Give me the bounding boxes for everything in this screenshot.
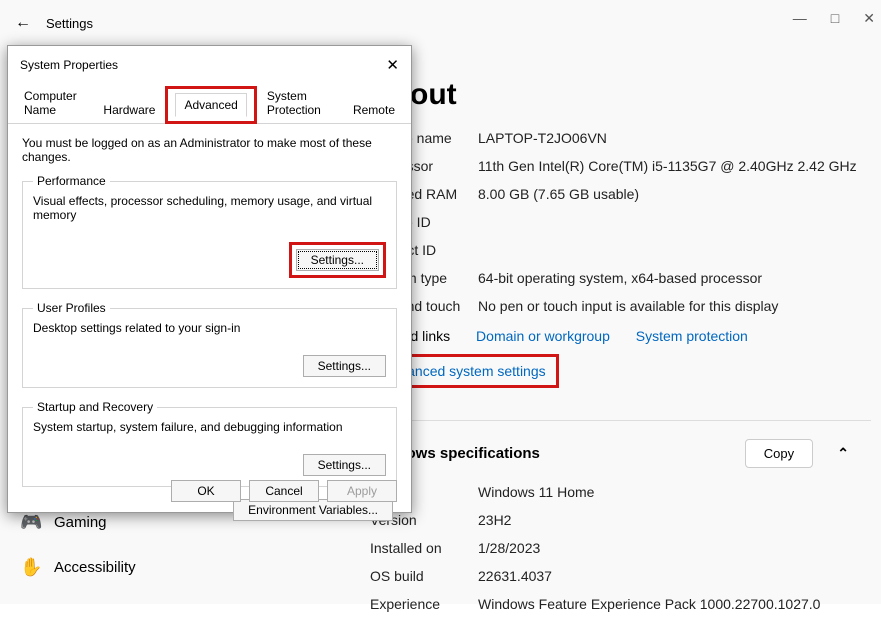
spec-value: Windows 11 Home: [478, 484, 871, 500]
device-specs: Device nameLAPTOP-T2JO06VN Processor11th…: [370, 130, 871, 314]
link-system-protection[interactable]: System protection: [636, 328, 748, 344]
chevron-up-icon[interactable]: ⌃: [837, 445, 849, 461]
startup-recovery-group: Startup and Recovery System startup, sys…: [22, 400, 397, 487]
windows-specs: EditionWindows 11 Home Version23H2 Insta…: [370, 484, 871, 612]
tab-system-protection[interactable]: System Protection: [259, 83, 345, 124]
system-properties-dialog: System Properties ✕ Computer Name Hardwa…: [7, 45, 412, 513]
spec-value: 23H2: [478, 512, 871, 528]
window-controls: — □ ✕: [793, 10, 875, 27]
spec-value: [478, 214, 871, 230]
cancel-button[interactable]: Cancel: [249, 480, 319, 502]
ok-button[interactable]: OK: [171, 480, 241, 502]
spec-key: Experience: [370, 596, 478, 612]
link-domain-workgroup[interactable]: Domain or workgroup: [476, 328, 610, 344]
apply-button[interactable]: Apply: [327, 480, 397, 502]
startup-recovery-desc: System startup, system failure, and debu…: [33, 420, 386, 434]
spec-value: Windows Feature Experience Pack 1000.227…: [478, 596, 871, 612]
tab-computer-name[interactable]: Computer Name: [16, 83, 95, 124]
user-profiles-legend: User Profiles: [33, 301, 110, 315]
settings-titlebar: ← Settings: [0, 0, 881, 46]
dialog-footer: OK Cancel Apply: [171, 480, 397, 502]
user-profiles-group: User Profiles Desktop settings related t…: [22, 301, 397, 388]
spec-key: Installed on: [370, 540, 478, 556]
user-profiles-settings-button[interactable]: Settings...: [303, 355, 386, 377]
breadcrumb: ›: [370, 58, 871, 74]
minimize-button[interactable]: —: [793, 10, 807, 27]
spec-value: 64-bit operating system, x64-based proce…: [478, 270, 871, 286]
dialog-tabs: Computer Name Hardware Advanced System P…: [8, 82, 411, 124]
windows-spec-header[interactable]: Windows specifications Copy ⌃: [370, 439, 871, 468]
maximize-button[interactable]: □: [831, 10, 839, 27]
copy-button[interactable]: Copy: [745, 439, 813, 468]
sidebar-item-label: Accessibility: [54, 559, 136, 576]
spec-key: OS build: [370, 568, 478, 584]
environment-variables-button[interactable]: Environment Variables...: [233, 499, 393, 521]
performance-desc: Visual effects, processor scheduling, me…: [33, 194, 386, 222]
back-button[interactable]: ←: [0, 14, 46, 32]
performance-group: Performance Visual effects, processor sc…: [22, 174, 397, 289]
spec-value: 22631.4037: [478, 568, 871, 584]
dialog-title: System Properties: [20, 58, 118, 72]
sidebar-item-accessibility[interactable]: ✋ Accessibility: [0, 545, 240, 590]
page-title: About: [370, 78, 871, 112]
spec-value: No pen or touch input is available for t…: [478, 298, 871, 314]
admin-note: You must be logged on as an Administrato…: [22, 136, 397, 164]
user-profiles-desc: Desktop settings related to your sign-in: [33, 321, 386, 335]
spec-value: 1/28/2023: [478, 540, 871, 556]
startup-recovery-legend: Startup and Recovery: [33, 400, 157, 414]
spec-value: [478, 242, 871, 258]
dialog-body: You must be logged on as an Administrato…: [8, 124, 411, 531]
related-links: Related links Domain or workgroup System…: [370, 328, 871, 398]
spec-value: 11th Gen Intel(R) Core(TM) i5-1135G7 @ 2…: [478, 158, 871, 174]
close-window-button[interactable]: ✕: [863, 10, 875, 27]
highlight-box: Advanced: [165, 86, 256, 124]
highlight-box: Settings...: [289, 242, 386, 278]
performance-settings-button[interactable]: Settings...: [296, 249, 379, 271]
section-divider: [360, 420, 871, 421]
spec-value: LAPTOP-T2JO06VN: [478, 130, 871, 146]
tab-remote[interactable]: Remote: [345, 97, 403, 124]
accessibility-icon: ✋: [20, 557, 40, 578]
settings-content: › About Device nameLAPTOP-T2JO06VN Proce…: [370, 58, 871, 624]
spec-value: 8.00 GB (7.65 GB usable): [478, 186, 871, 202]
startup-recovery-settings-button[interactable]: Settings...: [303, 454, 386, 476]
tab-advanced[interactable]: Advanced: [175, 93, 246, 117]
window-title: Settings: [46, 16, 93, 31]
performance-legend: Performance: [33, 174, 110, 188]
tab-hardware[interactable]: Hardware: [95, 97, 163, 124]
dialog-close-button[interactable]: ✕: [386, 56, 399, 74]
